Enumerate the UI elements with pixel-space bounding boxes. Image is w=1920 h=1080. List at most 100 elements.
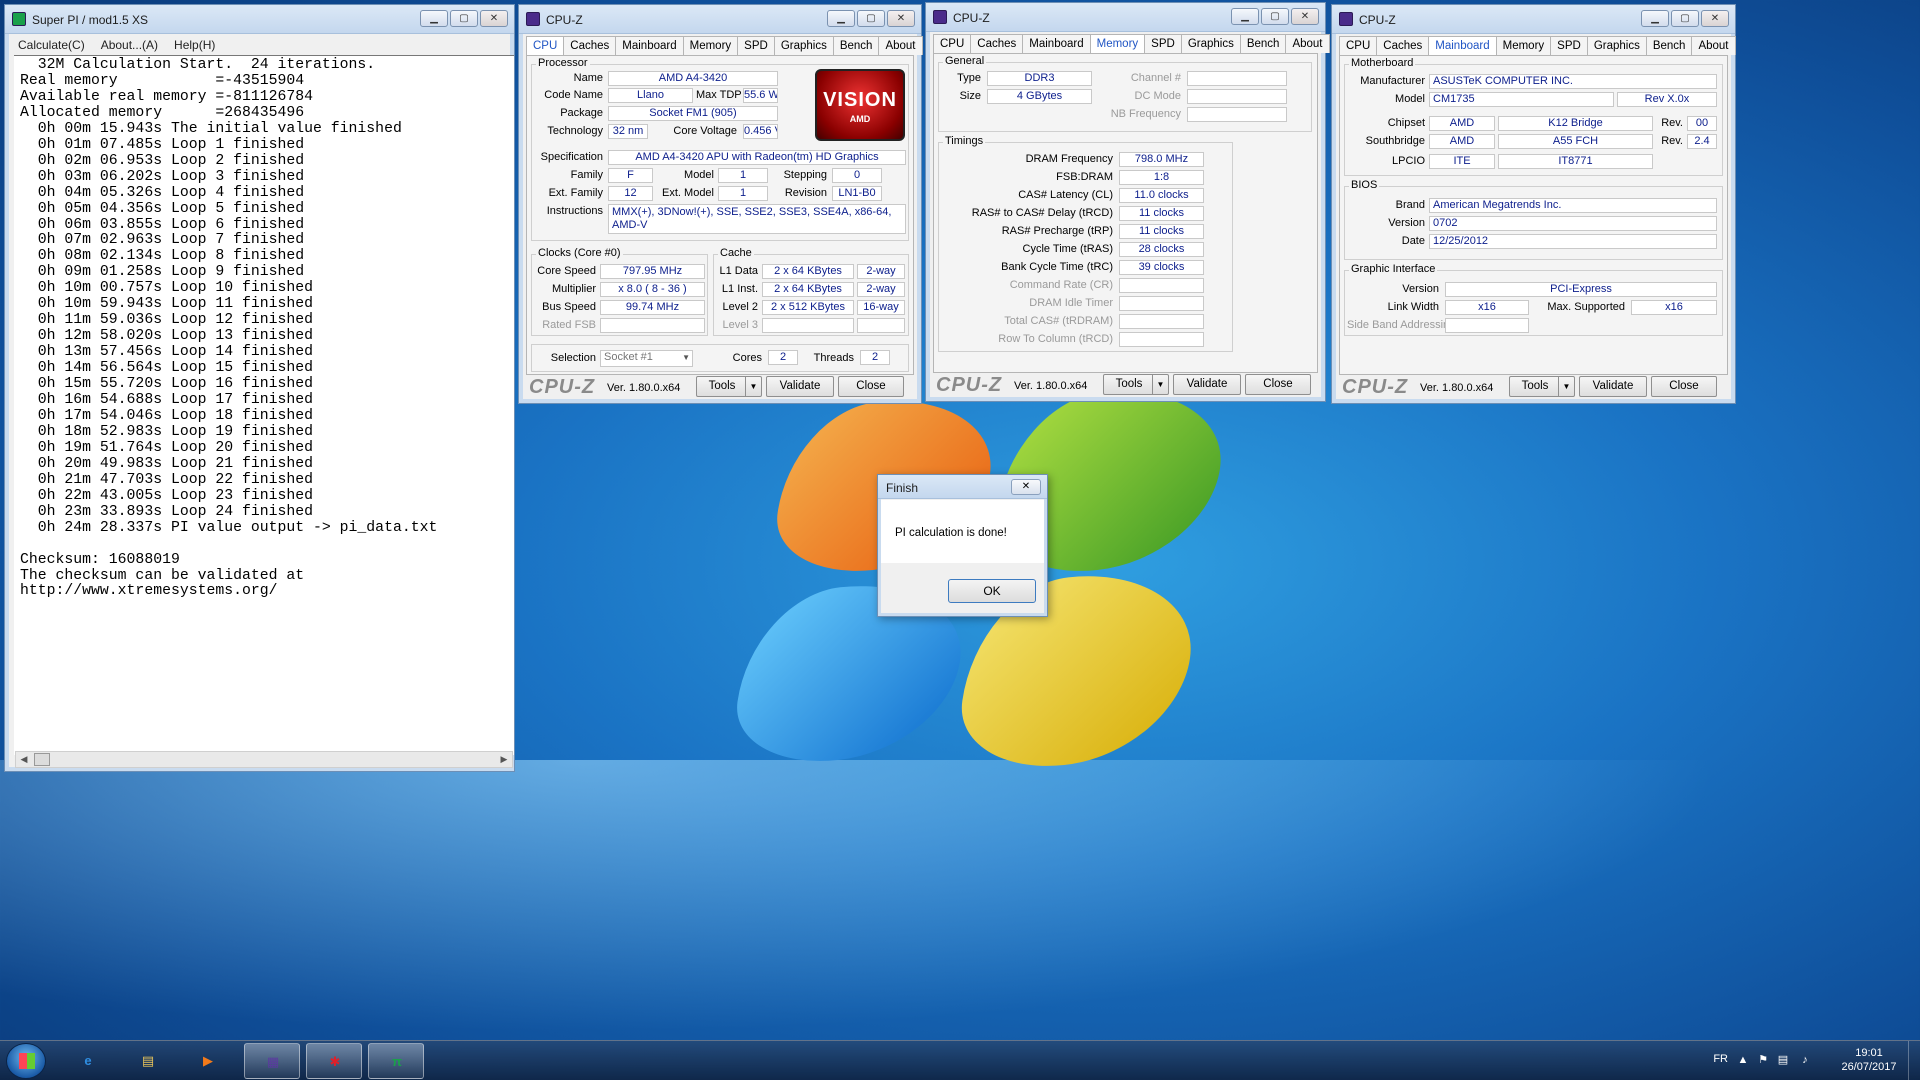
console-line: 0h 03m 06.202s Loop 3 finished [20,168,305,185]
dialog-titlebar[interactable]: Finish ✕ [878,475,1047,499]
tab-mainboard[interactable]: Mainboard [1022,34,1091,53]
tab-about[interactable]: About [878,36,923,55]
cpuz-titlebar[interactable]: CPU-Z ▁ ▢ ✕ [519,5,921,34]
superpi-titlebar[interactable]: Super PI / mod1.5 XS ▁ ▢ ✕ [5,5,514,34]
minimize-button[interactable]: ▁ [420,10,448,27]
maximize-button[interactable]: ▢ [450,10,478,27]
tab-spd[interactable]: SPD [737,36,775,55]
tab-bench[interactable]: Bench [832,36,880,55]
validate-button[interactable]: Validate [1579,376,1647,397]
horizontal-scrollbar[interactable]: ◀ ▶ [15,751,513,768]
memory-pane: General Type DDR3 Size 4 GBytes Channel … [933,53,1318,373]
dialog-close-button[interactable]: ✕ [1011,479,1041,495]
tab-caches[interactable]: Caches [1376,36,1430,55]
tab-bench[interactable]: Bench [1239,34,1287,53]
cpuz-app-icon [933,10,947,24]
start-button[interactable] [6,1043,46,1079]
trdram-value [1119,314,1204,329]
tab-spd[interactable]: SPD [1550,36,1588,55]
show-desktop-button[interactable] [1908,1041,1920,1080]
cpuz-titlebar[interactable]: CPU-Z ▁ ▢ ✕ [926,3,1325,32]
console-line: 0h 23m 33.893s Loop 24 finished [20,503,314,520]
close-app-button[interactable]: Close [838,376,904,397]
tab-graphics[interactable]: Graphics [1180,34,1241,53]
close-app-button[interactable]: Close [1245,374,1311,395]
technology-label: Technology [547,125,603,137]
tab-graphics[interactable]: Graphics [1586,36,1647,55]
tab-about[interactable]: About [1285,34,1330,53]
console-line: 0h 15m 55.720s Loop 16 finished [20,376,314,393]
menu-about[interactable]: About...(A) [93,36,166,54]
language-indicator[interactable]: FR [1713,1053,1728,1065]
taskbar-cpuz-button[interactable]: ▦ [244,1043,300,1079]
tab-bench[interactable]: Bench [1645,36,1693,55]
action-center-icon[interactable]: ⚑ [1756,1053,1770,1067]
taskbar-explorer-button[interactable]: ▤ [120,1043,176,1079]
clock[interactable]: 19:01 26/07/2017 [1836,1046,1902,1074]
tab-memory[interactable]: Memory [682,36,739,55]
tab-spd[interactable]: SPD [1144,34,1182,53]
rc-label: Bank Cycle Time (tRC) [1001,261,1113,273]
tab-memory[interactable]: Memory [1495,36,1552,55]
tools-button[interactable]: Tools ▼ [696,376,762,397]
close-button[interactable]: ✕ [887,10,915,27]
multiplier-value: x 8.0 ( 8 - 36 ) [600,282,705,297]
tab-mainboard[interactable]: Mainboard [615,36,684,55]
cpuz-titlebar[interactable]: CPU-Z ▁ ▢ ✕ [1332,5,1735,34]
scrollbar-thumb[interactable] [34,753,50,766]
cpuz-version: Ver. 1.80.0.x64 [607,382,681,394]
minimize-button[interactable]: ▁ [1231,8,1259,25]
rtc-value [1119,332,1204,347]
close-button[interactable]: ✕ [1291,8,1319,25]
bios-version-value: 0702 [1429,216,1717,231]
tab-cpu[interactable]: CPU [526,36,565,55]
tab-mainboard[interactable]: Mainboard [1428,36,1497,55]
taskbar-ie-button[interactable]: e [60,1043,116,1079]
tab-about[interactable]: About [1691,36,1736,55]
tab-memory[interactable]: Memory [1089,34,1146,53]
tools-button[interactable]: Tools ▼ [1509,376,1575,397]
maximize-button[interactable]: ▢ [857,10,885,27]
tab-cpu[interactable]: CPU [933,34,972,53]
tools-button[interactable]: Tools ▼ [1103,374,1169,395]
tab-cpu[interactable]: CPU [1339,36,1378,55]
ok-button[interactable]: OK [948,579,1036,603]
network-icon[interactable]: ▤ [1776,1053,1790,1067]
tab-graphics[interactable]: Graphics [773,36,834,55]
show-hidden-icons-icon[interactable]: ▲ [1736,1053,1750,1067]
validate-button[interactable]: Validate [766,376,834,397]
minimize-button[interactable]: ▁ [827,10,855,27]
chevron-down-icon[interactable]: ▼ [1152,375,1168,394]
sideband-label: Side Band Addressing [1347,319,1456,331]
cpuz-cpu-window: CPU-Z ▁ ▢ ✕ CPU Caches Mainboard Memory … [518,4,923,404]
maximize-button[interactable]: ▢ [1671,10,1699,27]
tab-caches[interactable]: Caches [970,34,1024,53]
console-line: 0h 20m 49.983s Loop 21 finished [20,455,314,472]
close-button[interactable]: ✕ [480,10,508,27]
minimize-button[interactable]: ▁ [1641,10,1669,27]
chevron-down-icon[interactable]: ▼ [1558,377,1574,396]
chevron-down-icon[interactable]: ▼ [745,377,761,396]
selection-dropdown[interactable]: Socket #1 ▼ [600,350,693,367]
family-label: Family [570,169,603,181]
dramfreq-label: DRAM Frequency [1025,153,1113,165]
console-line: 0h 01m 07.485s Loop 1 finished [20,136,305,153]
validate-button[interactable]: Validate [1173,374,1241,395]
maximize-button[interactable]: ▢ [1261,8,1289,25]
menu-calculate[interactable]: Calculate(C) [10,36,93,54]
scroll-left-icon[interactable]: ◀ [16,752,32,767]
processor-group: Processor Name AMD A4-3420 Code Name Lla… [531,57,909,241]
tab-caches[interactable]: Caches [563,36,617,55]
close-button[interactable]: ✕ [1701,10,1729,27]
type-value: DDR3 [987,71,1092,86]
volume-icon[interactable]: ♪ [1798,1053,1812,1067]
ratedfsb-label: Rated FSB [542,319,596,331]
taskbar-superpi-button[interactable]: π [368,1043,424,1079]
menu-help[interactable]: Help(H) [166,36,223,54]
taskbar-app-red-button[interactable]: ✱ [306,1043,362,1079]
threads-label: Threads [813,352,854,364]
close-app-button[interactable]: Close [1651,376,1717,397]
taskbar-mediaplayer-button[interactable]: ▶ [180,1043,236,1079]
cache-group: Cache L1 Data 2 x 64 KBytes 2-way L1 Ins… [713,247,909,336]
scroll-right-icon[interactable]: ▶ [496,752,512,767]
